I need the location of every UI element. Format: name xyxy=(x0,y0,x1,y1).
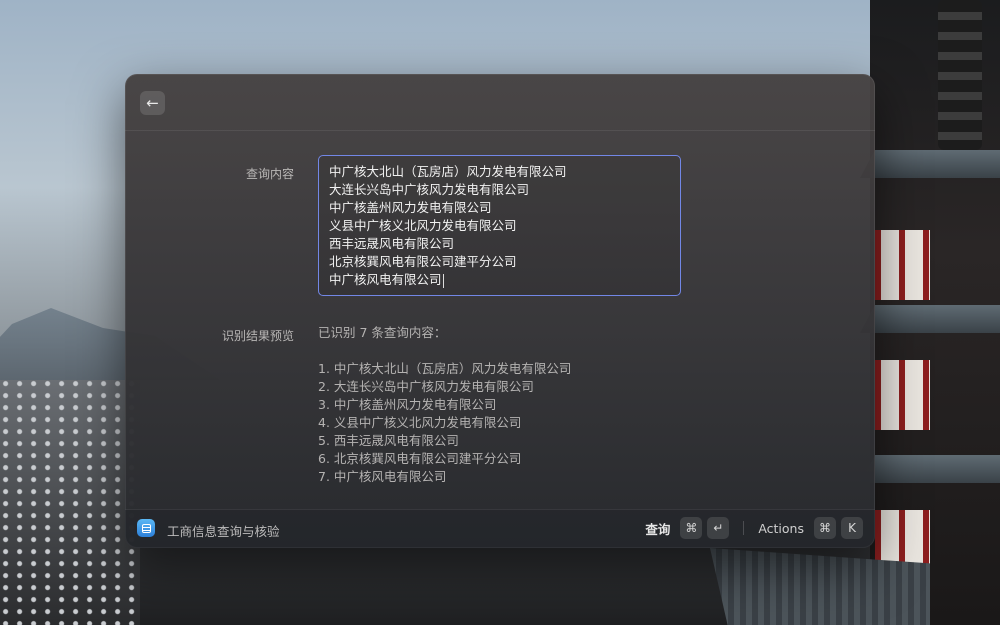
preview-item: 7. 中广核风电有限公司 xyxy=(318,469,447,484)
command-key-icon: ⌘ xyxy=(814,517,836,539)
preview-item: 2. 大连长兴岛中广核风力发电有限公司 xyxy=(318,379,534,394)
document-list-icon xyxy=(137,519,155,537)
pagoda xyxy=(860,0,1000,625)
query-line: 大连长兴岛中广核风力发电有限公司 xyxy=(329,182,530,197)
query-action-button[interactable]: 查询 xyxy=(645,519,670,538)
pagoda-roof xyxy=(860,305,1000,333)
pagoda-spire xyxy=(938,0,982,150)
preview-item: 3. 中广核盖州风力发电有限公司 xyxy=(318,397,497,412)
preview-item: 5. 西丰远晟风电有限公司 xyxy=(318,433,459,448)
preview-list: 1. 中广核大北山（瓦房店）风力发电有限公司 2. 大连长兴岛中广核风力发电有限公… xyxy=(318,360,718,486)
city-lights xyxy=(0,380,140,625)
window-header: ← xyxy=(125,74,875,131)
query-line: 中广核大北山（瓦房店）风力发电有限公司 xyxy=(329,164,567,179)
query-line: 西丰远晟风电有限公司 xyxy=(329,236,455,251)
pagoda-roof xyxy=(860,455,1000,483)
query-line: 中广核盖州风力发电有限公司 xyxy=(329,200,492,215)
pagoda-balcony xyxy=(875,360,930,430)
extension-name: 工商信息查询与核验 xyxy=(167,524,280,539)
divider xyxy=(743,521,745,535)
command-key-icon: ⌘ xyxy=(680,517,703,539)
k-key: K xyxy=(841,517,863,539)
action-bar: 工商信息查询与核验 查询 ⌘ ↵ Actions ⌘ K xyxy=(125,509,875,548)
preview-item: 6. 北京核巽风电有限公司建平分公司 xyxy=(318,451,522,466)
pagoda-balcony xyxy=(875,230,930,300)
query-line: 北京核巽风电有限公司建平分公司 xyxy=(329,254,517,269)
preview-label: 识别结果预览 xyxy=(221,329,294,343)
arrow-left-icon: ← xyxy=(146,94,159,112)
query-textarea[interactable]: 中广核大北山（瓦房店）风力发电有限公司 大连长兴岛中广核风力发电有限公司 中广核盖州… xyxy=(318,155,681,296)
text-caret xyxy=(442,273,444,288)
query-line: 义县中广核义北风力发电有限公司 xyxy=(329,218,517,233)
launcher-window: ← 查询内容 中广核大北山（瓦房店）风力发电有限公司 大连长兴岛中广核风力发电有限… xyxy=(125,74,875,548)
query-line: 中广核风电有限公司 xyxy=(329,272,444,288)
query-label: 查询内容 xyxy=(245,167,294,181)
actions-button[interactable]: Actions xyxy=(758,521,804,536)
preview-panel: 已识别 7 条查询内容： 1. 中广核大北山（瓦房店）风力发电有限公司 2. 大连… xyxy=(318,324,718,486)
preview-summary: 已识别 7 条查询内容： xyxy=(318,325,447,340)
preview-item: 1. 中广核大北山（瓦房店）风力发电有限公司 xyxy=(318,361,572,376)
return-key-icon: ↵ xyxy=(707,517,730,539)
back-button[interactable]: ← xyxy=(140,91,165,115)
pagoda-roof xyxy=(860,150,1000,178)
preview-item: 4. 义县中广核义北风力发电有限公司 xyxy=(318,415,522,430)
